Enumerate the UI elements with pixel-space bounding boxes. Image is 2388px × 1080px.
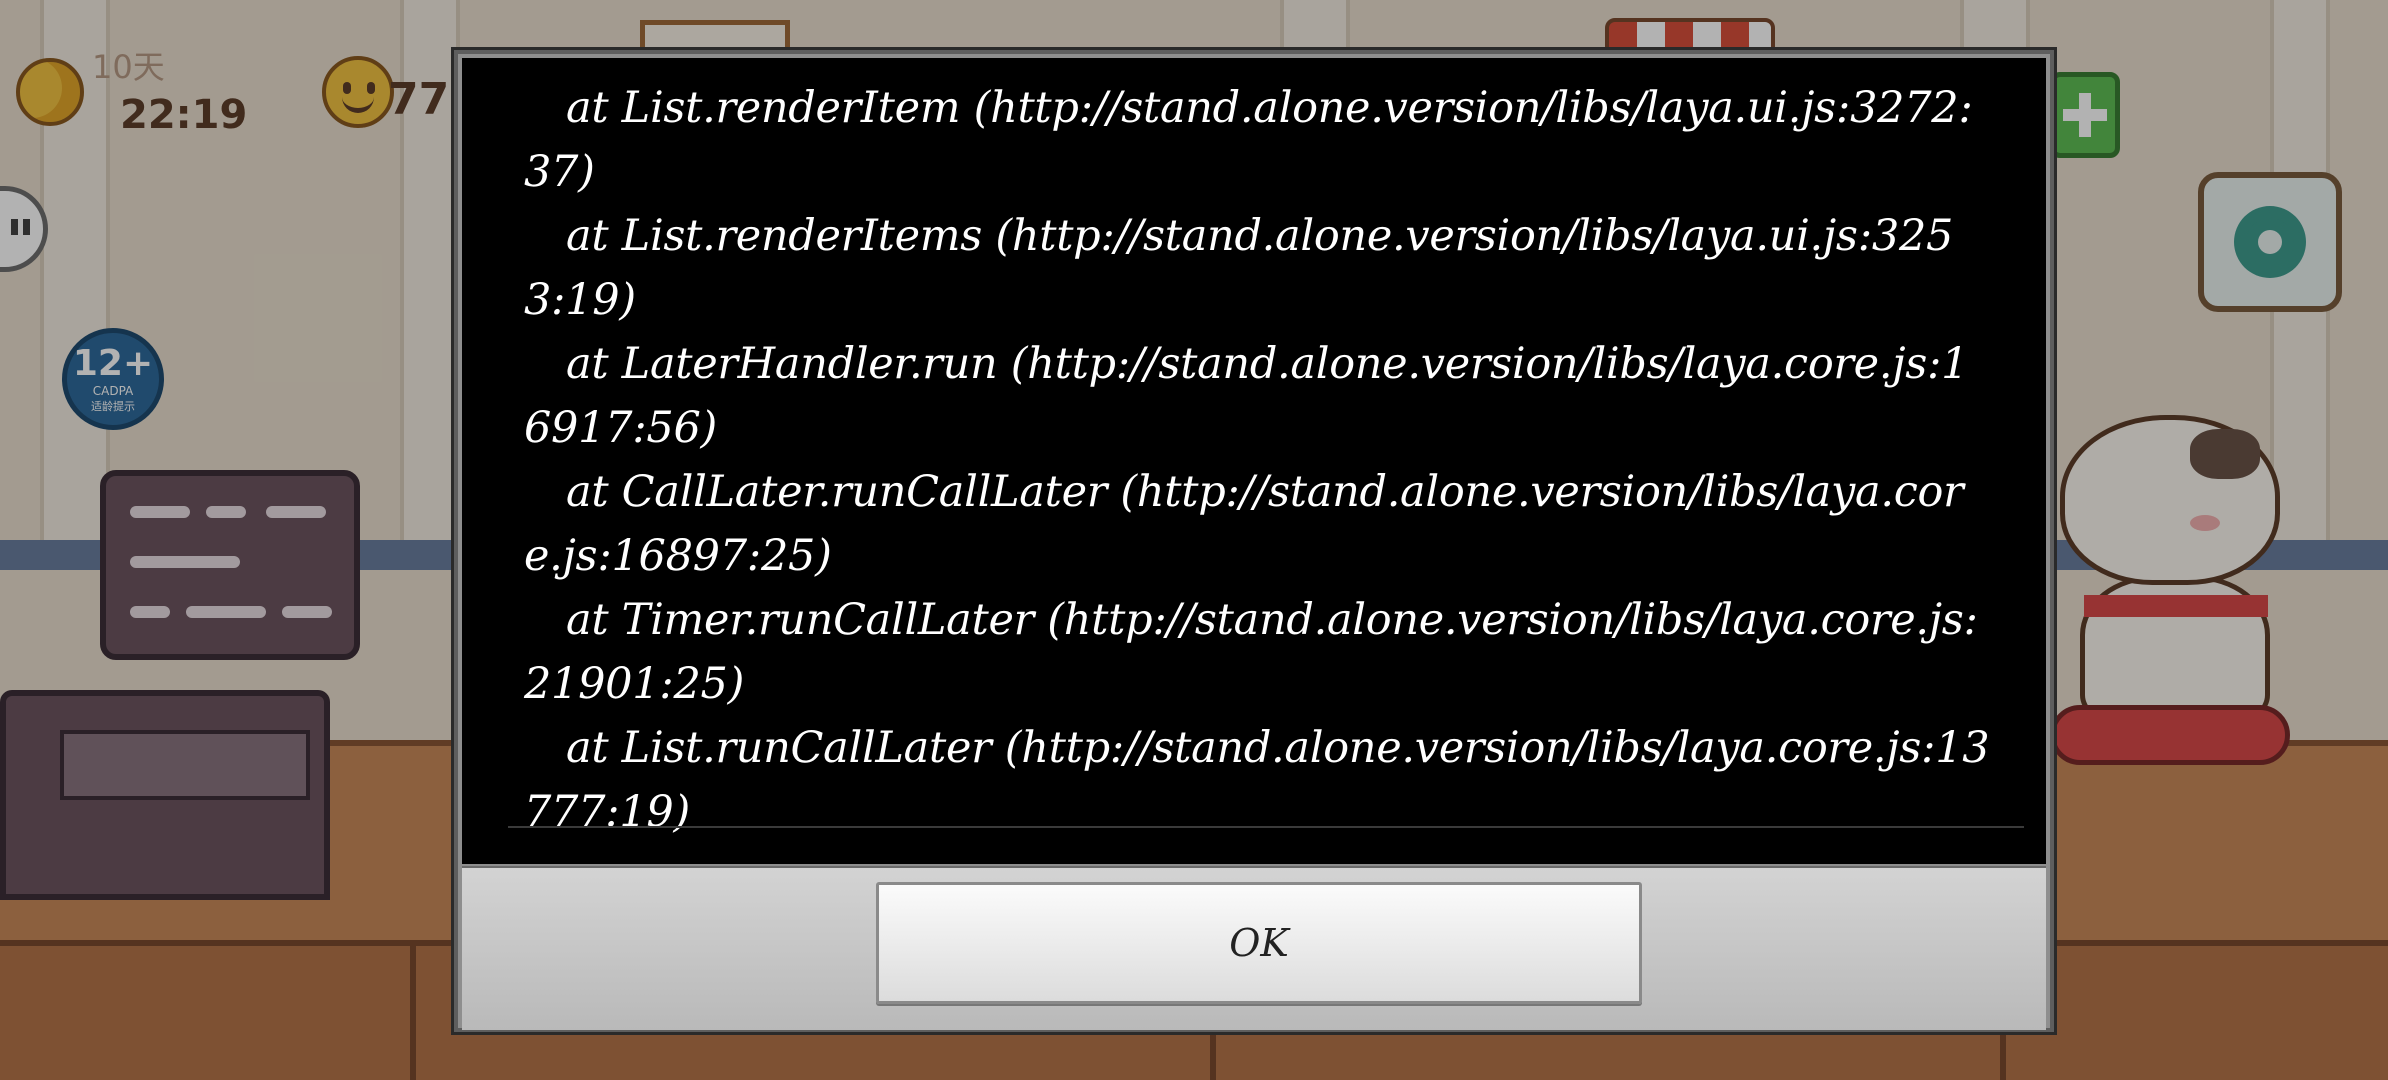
dialog-footer: OK <box>462 866 2046 1030</box>
stack-trace-line: at List.runCallLater (http://stand.alone… <box>524 723 1990 837</box>
stack-trace-line: at LaterHandler.run (http://stand.alone.… <box>524 339 1969 453</box>
stack-trace-line: at Timer.runCallLater (http://stand.alon… <box>524 595 1978 709</box>
ok-button[interactable]: OK <box>876 882 1642 1004</box>
error-dialog: at List.renderItem (http://stand.alone.v… <box>454 50 2054 1032</box>
content-divider <box>508 826 2024 828</box>
stack-trace-line: at List.renderItems (http://stand.alone.… <box>524 211 1954 325</box>
stack-trace: at List.renderItem (http://stand.alone.v… <box>524 76 1994 844</box>
stack-trace-line: at List.renderItem (http://stand.alone.v… <box>524 83 1973 197</box>
stack-trace-line: at CallLater.runCallLater (http://stand.… <box>524 467 1964 581</box>
error-message-area[interactable]: at List.renderItem (http://stand.alone.v… <box>462 58 2046 864</box>
